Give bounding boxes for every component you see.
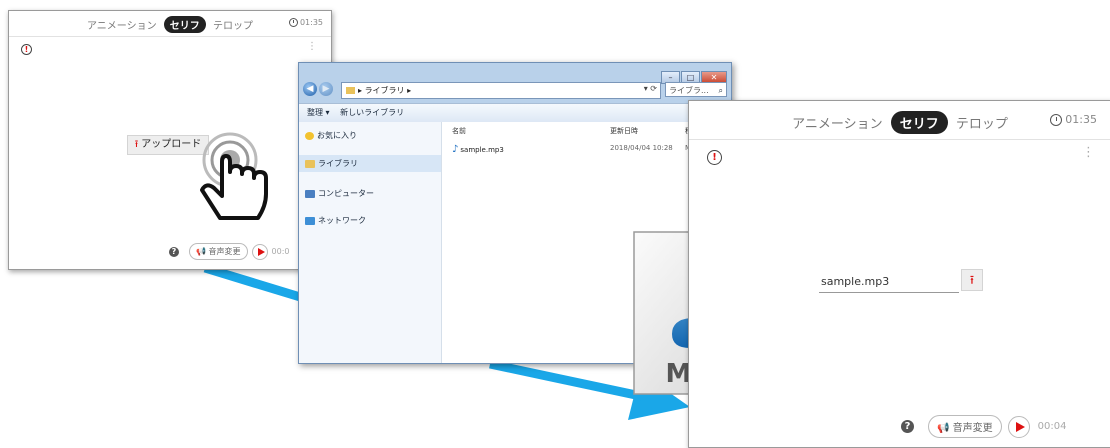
toolbar: 整理 ▾ 新しいライブラリ ▤ ▾: [299, 103, 731, 123]
tab-bar: アニメーション セリフ テロップ: [9, 16, 331, 33]
computer-icon: [305, 189, 315, 198]
voice-change-button[interactable]: 📢 音声変更: [189, 243, 248, 260]
music-file-icon: ♪: [452, 144, 459, 155]
star-icon: [305, 131, 314, 140]
tab-animation[interactable]: アニメーション: [83, 16, 161, 33]
megaphone-icon: 📢: [196, 247, 206, 256]
network-icon: [305, 216, 315, 225]
play-time: 00:0: [271, 247, 290, 256]
panel-header: アニメーション セリフ テロップ 01:35: [689, 101, 1110, 140]
nav-favorites[interactable]: お気に入り: [305, 130, 357, 141]
address-text: ライブラリ ▸: [364, 86, 412, 95]
library-icon: [346, 87, 355, 94]
search-placeholder: ライブラ...: [669, 86, 709, 95]
help-icon[interactable]: ?: [901, 420, 914, 433]
arrow-to-panel3: [489, 359, 651, 403]
new-library-button[interactable]: 新しいライブラリ: [340, 108, 404, 117]
voice-change-label: 音声変更: [208, 247, 241, 256]
forward-icon[interactable]: ▶: [319, 82, 333, 96]
clock: 01:35: [1050, 113, 1097, 126]
record-icon[interactable]: !: [21, 44, 32, 55]
nav-network[interactable]: ネットワーク: [305, 215, 366, 226]
tab-telop[interactable]: テロップ: [209, 16, 257, 33]
navigation-pane: お気に入り ライブラリ コンピューター ネットワーク: [299, 122, 442, 363]
tab-animation[interactable]: アニメーション: [788, 111, 886, 134]
editor-panel-before: アニメーション セリフ テロップ 01:35 ⋮ ! ⭱ アップロード ? 📢 音声…: [8, 10, 332, 270]
address-bar[interactable]: ▸ ライブラリ ▸: [341, 82, 661, 99]
tab-bar: アニメーション セリフ テロップ: [689, 111, 1110, 134]
record-icon[interactable]: !: [707, 150, 722, 165]
tab-telop[interactable]: テロップ: [952, 111, 1012, 134]
arrow-to-explorer: [203, 263, 312, 305]
play-button[interactable]: [1007, 415, 1030, 438]
nav-network-label: ネットワーク: [318, 216, 366, 225]
tab-serif[interactable]: セリフ: [890, 111, 948, 134]
search-icon: ⌕: [718, 86, 723, 95]
help-icon[interactable]: ?: [169, 246, 179, 257]
back-icon[interactable]: ◀: [303, 82, 317, 96]
nav-libraries-label: ライブラリ: [318, 159, 358, 168]
editor-panel-after: アニメーション セリフ テロップ 01:35 ⋮ ! sample.mp3 ⭱ …: [688, 100, 1110, 448]
file-row[interactable]: ♪ sample.mp3: [452, 144, 504, 155]
library-folder-icon: [305, 159, 315, 168]
clock-time: 01:35: [299, 18, 323, 27]
more-menu-icon[interactable]: ⋮: [307, 41, 317, 52]
refresh-icon[interactable]: ▾ ⟳: [644, 84, 657, 93]
search-input[interactable]: ライブラ... ⌕: [665, 82, 727, 97]
tab-serif[interactable]: セリフ: [163, 16, 206, 33]
nav-favorites-label: お気に入り: [317, 131, 357, 140]
file-name: sample.mp3: [460, 146, 504, 154]
audio-file-field[interactable]: sample.mp3: [819, 272, 959, 293]
hand-cursor-icon: [200, 132, 268, 220]
clock: 01:35: [288, 18, 323, 27]
organize-button[interactable]: 整理 ▾: [307, 108, 330, 117]
megaphone-icon: 📢: [937, 423, 950, 434]
clock-icon: [288, 18, 298, 27]
file-explorer-window: – □ ✕ ◀ ▶ ▸ ライブラリ ▸ ▾ ⟳ ライブラ... ⌕ 整理 ▾ 新しいラ…: [298, 62, 768, 395]
upload-icon: ⭱: [134, 139, 139, 150]
playback-bar: ? 📢 音声変更 00:0: [169, 243, 289, 260]
clock-icon: [1050, 114, 1063, 126]
play-button[interactable]: [251, 243, 268, 260]
file-modified: 2018/04/04 10:28: [610, 144, 673, 152]
playback-bar: ? 📢 音声変更 00:04: [901, 415, 1066, 438]
nav-computer[interactable]: コンピューター: [305, 188, 374, 199]
upload-icon[interactable]: ⭱: [961, 269, 983, 291]
clock-time: 01:35: [1065, 113, 1097, 126]
voice-change-button[interactable]: 📢 音声変更: [928, 415, 1002, 438]
nav-libraries[interactable]: ライブラリ: [299, 155, 441, 172]
title-bar: – □ ✕: [299, 63, 731, 84]
panel-header: アニメーション セリフ テロップ 01:35: [9, 11, 331, 37]
nav-computer-label: コンピューター: [318, 189, 374, 198]
voice-change-label: 音声変更: [952, 423, 993, 434]
address-row: ◀ ▶ ▸ ライブラリ ▸ ▾ ⟳ ライブラ... ⌕: [303, 80, 727, 102]
column-name[interactable]: 名前: [452, 126, 466, 136]
more-menu-icon[interactable]: ⋮: [1082, 145, 1095, 160]
play-time: 00:04: [1037, 421, 1067, 432]
column-modified[interactable]: 更新日時: [610, 126, 638, 136]
